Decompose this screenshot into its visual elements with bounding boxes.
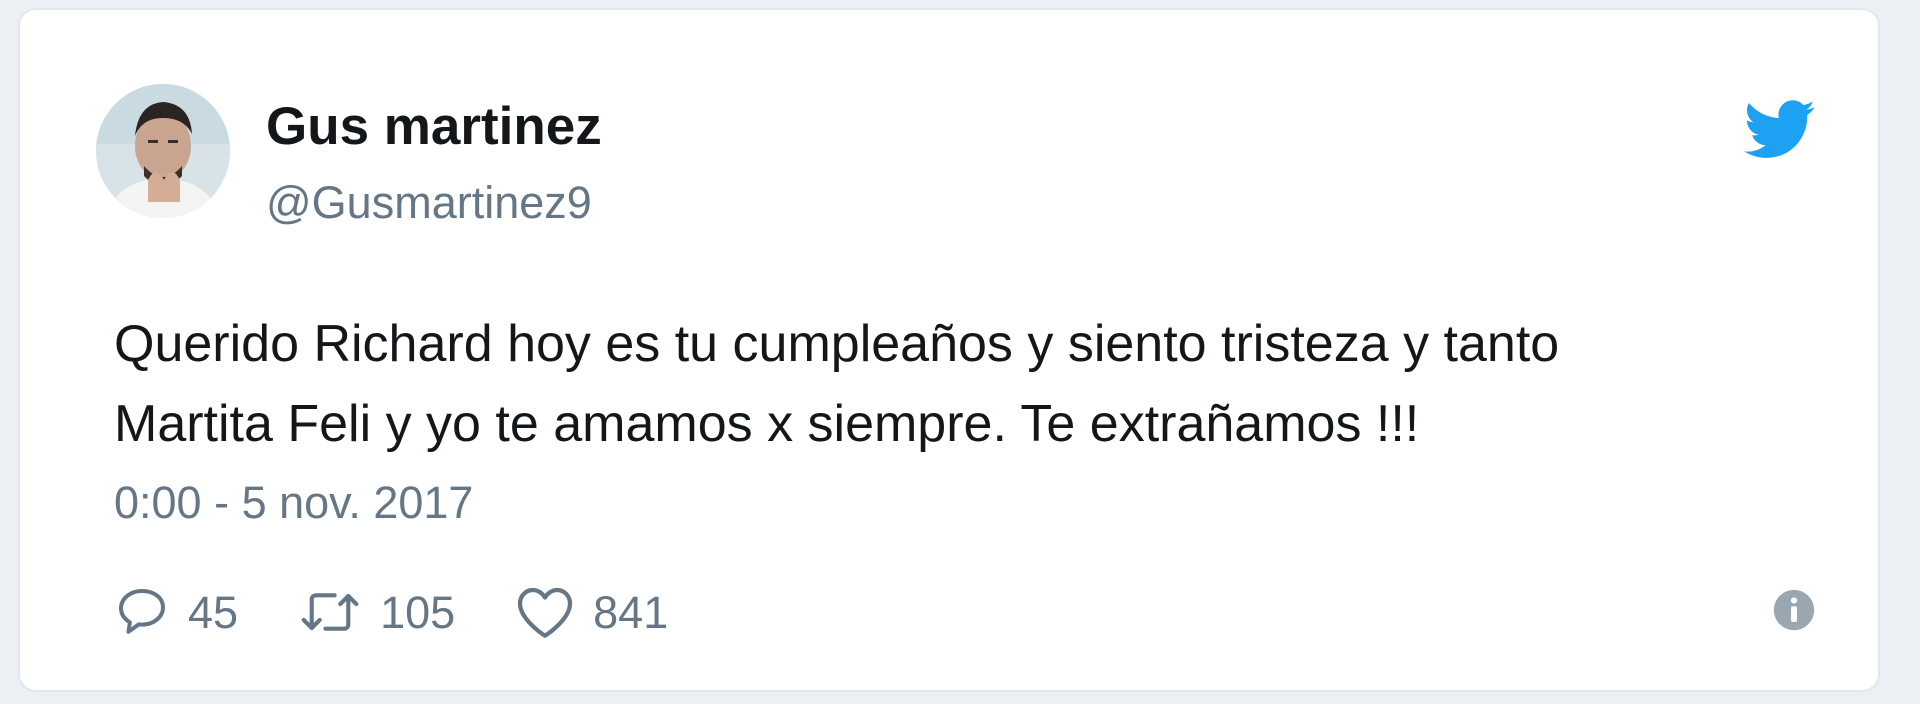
twitter-bird-icon[interactable] [1744,100,1816,160]
tweet-timestamp[interactable]: 0:00 - 5 nov. 2017 [114,480,473,525]
page: Gus martinez @Gusmartinez9 Querido Richa… [0,0,1920,704]
tweet-text: Querido Richard hoy es tu cumpleaños y s… [114,304,1834,464]
reply-button[interactable]: 45 [114,584,238,640]
reply-icon [114,584,170,640]
retweet-count: 105 [380,586,456,638]
like-button[interactable]: 841 [515,584,668,640]
reply-count: 45 [188,586,239,638]
tweet-actions: 45 105 841 [114,580,728,644]
retweet-button[interactable]: 105 [298,584,455,640]
author-name[interactable]: Gus martinez [266,100,602,153]
heart-icon [515,584,575,640]
author-handle[interactable]: @Gusmartinez9 [266,180,592,225]
avatar[interactable] [96,84,230,218]
tweet-text-line-2: Martita Feli y yo te amamos x siempre. T… [114,395,1420,453]
tweet-card: Gus martinez @Gusmartinez9 Querido Richa… [18,8,1880,692]
retweet-icon [298,584,362,640]
info-icon[interactable] [1772,588,1816,632]
tweet-header: Gus martinez @Gusmartinez9 [96,84,1816,234]
like-count: 841 [593,586,669,638]
tweet-text-line-1: Querido Richard hoy es tu cumpleaños y s… [114,315,1560,373]
